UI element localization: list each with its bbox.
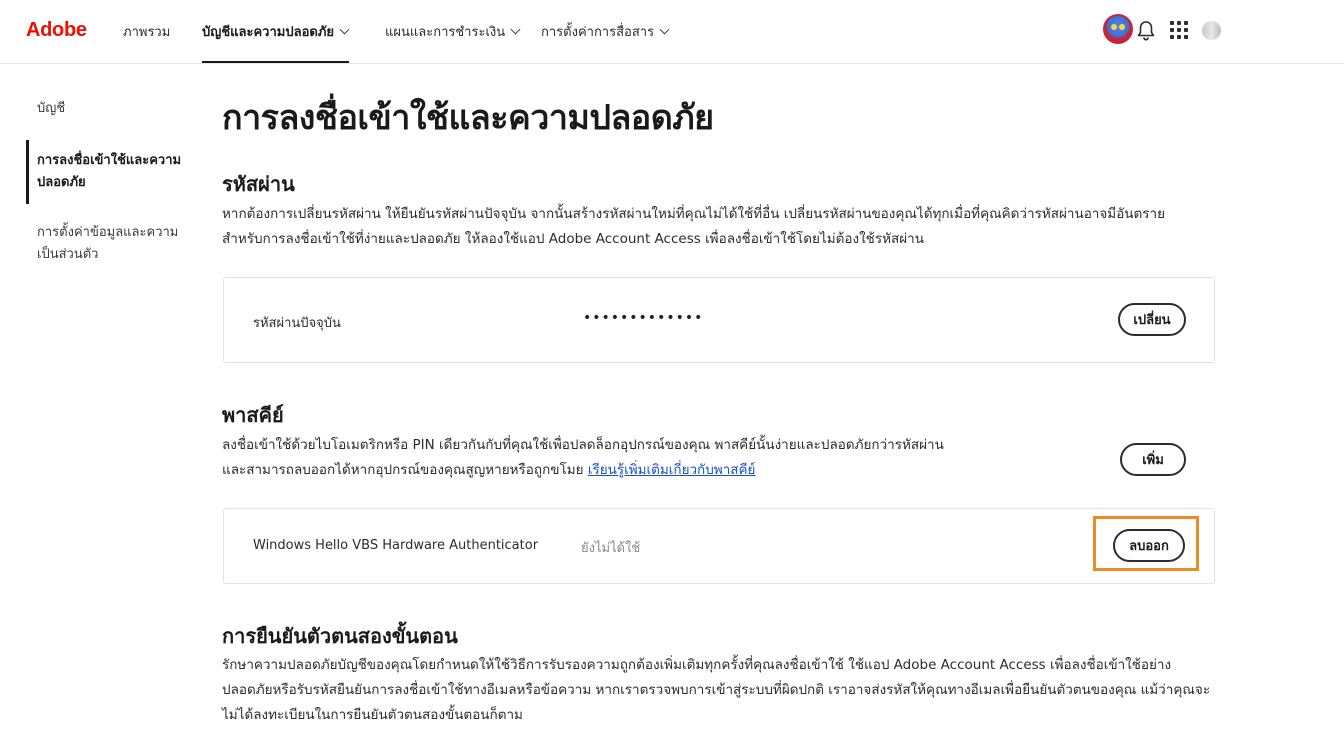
nav-plans-payment[interactable]: แผนและการชำระเงิน xyxy=(385,22,521,40)
nav-overview[interactable]: ภาพรวม xyxy=(123,22,170,40)
passkey-description: ลงชื่อเข้าใช้ด้วยไบโอเมตริกหรือ PIN เดีย… xyxy=(222,433,952,483)
adobe-logo[interactable]: Adobe xyxy=(26,19,87,42)
chevron-down-icon xyxy=(339,24,350,34)
nav-plans-payment-label: แผนและการชำระเงิน xyxy=(385,24,506,40)
sidebar-item-label: บัญชี xyxy=(37,101,66,116)
active-nav-indicator xyxy=(202,61,349,63)
sidebar-item-account[interactable]: บัญชี xyxy=(37,98,192,120)
password-heading: รหัสผ่าน xyxy=(222,172,295,196)
two-step-heading: การยืนยันตัวตนสองขั้นตอน xyxy=(222,624,458,648)
avatar[interactable] xyxy=(1103,14,1133,44)
passkey-device-status: ยังไม่ได้ใช้ xyxy=(581,541,641,556)
current-password-label: รหัสผ่านปัจจุบัน xyxy=(253,316,341,331)
passkey-device-card: Windows Hello VBS Hardware Authenticator… xyxy=(223,508,1215,584)
nav-communication-settings-label: การตั้งค่าการสื่อสาร xyxy=(541,24,655,40)
nav-account-security-label: บัญชีและความปลอดภัย xyxy=(202,24,334,40)
two-step-description: รักษาความปลอดภัยบัญชีของคุณโดยกำหนดให้ใช… xyxy=(222,657,1211,723)
page-title: การลงชื่อเข้าใช้และความปลอดภัย xyxy=(222,98,714,138)
top-navigation: Adobe ภาพรวม บัญชีและความปลอดภัย แผนและก… xyxy=(0,0,1344,64)
nav-overview-label: ภาพรวม xyxy=(123,24,171,40)
apps-grid-icon[interactable] xyxy=(1170,21,1188,39)
change-password-button[interactable]: เปลี่ยน xyxy=(1118,303,1186,336)
add-passkey-button[interactable]: เพิ่ม xyxy=(1120,443,1186,476)
passkey-device-name: Windows Hello VBS Hardware Authenticator xyxy=(253,538,539,553)
bell-icon[interactable] xyxy=(1136,20,1156,42)
sidebar-item-label: การลงชื่อเข้าใช้และความปลอดภัย xyxy=(37,153,182,190)
learn-more-passkey-link[interactable]: เรียนรู้เพิ่มเติมเกี่ยวกับพาสคีย์ xyxy=(588,462,756,478)
chevron-down-icon xyxy=(659,24,670,34)
sidebar-item-label: การตั้งค่าข้อมูลและความเป็นส่วนตัว xyxy=(37,225,179,262)
chevron-down-icon xyxy=(510,24,521,34)
sidebar-active-indicator xyxy=(26,140,29,204)
remove-passkey-button[interactable]: ลบออก xyxy=(1113,529,1185,562)
current-password-value: ••••••••••••• xyxy=(583,310,704,326)
sidebar-item-privacy[interactable]: การตั้งค่าข้อมูลและความเป็นส่วนตัว xyxy=(37,222,192,266)
sidebar-item-signin-security[interactable]: การลงชื่อเข้าใช้และความปลอดภัย xyxy=(37,150,192,194)
profile-icon[interactable] xyxy=(1202,21,1221,40)
password-description: หากต้องการเปลี่ยนรหัสผ่าน ให้ยืนยันรหัสผ… xyxy=(222,206,1166,247)
nav-account-security[interactable]: บัญชีและความปลอดภัย xyxy=(202,22,350,40)
password-card: รหัสผ่านปัจจุบัน ••••••••••••• เปลี่ยน xyxy=(223,277,1215,363)
passkey-description-text: ลงชื่อเข้าใช้ด้วยไบโอเมตริกหรือ PIN เดีย… xyxy=(222,437,944,478)
nav-communication-settings[interactable]: การตั้งค่าการสื่อสาร xyxy=(541,22,670,40)
passkey-heading: พาสคีย์ xyxy=(222,403,284,427)
